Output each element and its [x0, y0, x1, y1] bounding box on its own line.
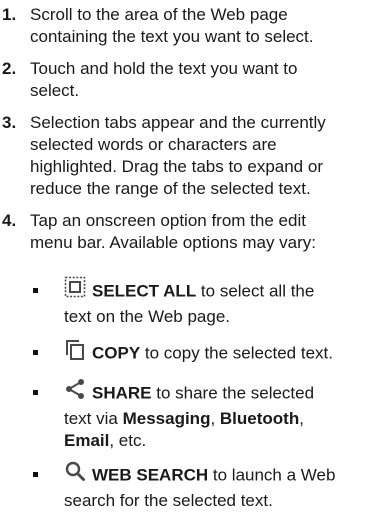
- step-line: select.: [30, 81, 80, 100]
- step-text: Selection tabs appear and the currently …: [30, 112, 385, 200]
- option-line: search for the selected text.: [64, 491, 273, 510]
- option-line: Email, etc.: [64, 430, 384, 452]
- option-line: SELECT ALL to select all the: [64, 276, 384, 306]
- step-line: highlighted. Drag the tabs to expand or: [30, 157, 323, 176]
- bluetooth-label: Bluetooth: [219, 409, 300, 428]
- instructions-document: 1. Scroll to the area of the Web page co…: [0, 0, 390, 513]
- step-number: 4.: [2, 211, 17, 230]
- step-number: 3.: [2, 113, 17, 132]
- step-line: Scroll to the area of the Web page: [30, 5, 288, 24]
- email-label: Email: [64, 431, 110, 450]
- option-desc: to copy the selected text.: [140, 343, 333, 363]
- select-all-icon: [64, 276, 86, 304]
- step-text: Touch and hold the text you want to sele…: [30, 58, 385, 102]
- step-line: Touch and hold the text you want to: [30, 59, 298, 78]
- text-segment: ,: [299, 409, 304, 428]
- step-text: Tap an onscreen option from the edit men…: [30, 210, 385, 254]
- step-number: 1.: [2, 5, 17, 24]
- text-segment: ,: [210, 409, 220, 428]
- copy-icon: [64, 338, 86, 366]
- option-line: WEB SEARCH to launch a Web: [64, 460, 384, 490]
- step-line: selected words or characters are: [30, 135, 277, 154]
- messaging-label: Messaging: [122, 409, 211, 428]
- option-text: COPY to copy the selected text.: [64, 340, 384, 368]
- step-line: containing the text you want to select.: [30, 27, 314, 46]
- option-text: SELECT ALL to select all the text on the…: [64, 276, 384, 328]
- option-desc: to share the selected: [151, 383, 315, 403]
- step-line: Tap an onscreen option from the edit: [30, 211, 306, 230]
- text-segment: text via: [64, 409, 123, 428]
- option-desc: to select all the: [196, 281, 315, 301]
- option-text: WEB SEARCH to launch a Web search for th…: [64, 460, 384, 512]
- bullet-marker: [33, 350, 38, 355]
- text-segment: , etc.: [109, 431, 147, 450]
- search-icon: [64, 460, 86, 488]
- option-line: SHARE to share the selected: [64, 378, 384, 408]
- option-line: text on the Web page.: [64, 307, 231, 326]
- option-label: SELECT ALL: [92, 281, 197, 301]
- bullet-marker: [33, 472, 38, 477]
- step-line: reduce the range of the selected text.: [30, 179, 311, 198]
- bullet-marker: [33, 390, 38, 395]
- step-line: menu bar. Available options may vary:: [30, 233, 317, 252]
- step-number: 2.: [2, 59, 17, 78]
- option-label: SHARE: [92, 383, 152, 403]
- option-desc: to launch a Web: [208, 465, 336, 485]
- option-line: COPY to copy the selected text.: [64, 340, 384, 368]
- step-line: Selection tabs appear and the currently: [30, 113, 326, 132]
- option-text: SHARE to share the selected text via Mes…: [64, 378, 384, 452]
- option-line: text via Messaging, Bluetooth,: [64, 408, 384, 430]
- option-label: COPY: [92, 343, 141, 363]
- share-icon: [64, 378, 86, 406]
- step-text: Scroll to the area of the Web page conta…: [30, 4, 385, 48]
- option-label: WEB SEARCH: [92, 465, 209, 485]
- bullet-marker: [33, 288, 38, 293]
